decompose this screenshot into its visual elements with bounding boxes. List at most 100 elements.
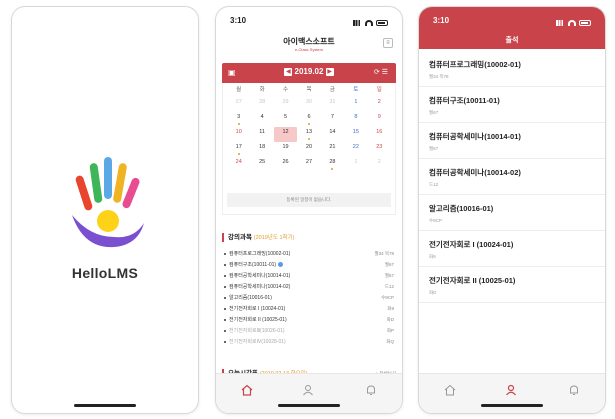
calendar: 월화수목금토일 27 28 29 30 31 1 2 3 4 5 6 7 8 9 10 11 12 13 14 15 1… <box>222 83 396 215</box>
weekday-label: 수 <box>283 87 289 93</box>
course-name: 전기전자회로 I (10024-01) <box>429 240 514 249</box>
tab-notifications[interactable] <box>364 383 378 395</box>
tab-profile[interactable] <box>302 383 316 396</box>
calendar-day-number: 20 <box>305 144 313 150</box>
calendar-day-number: 26 <box>282 159 289 165</box>
list-item[interactable]: 전기전자회로 I (10024-01) 화9 <box>419 231 605 267</box>
view-toggle-icon[interactable]: ⟳☰ <box>374 68 390 76</box>
calendar-day-number: 30 <box>305 99 313 105</box>
list-item[interactable]: 전기전자회로 II (10025-01) 화D <box>419 267 605 303</box>
course-schedule: 드12 <box>384 283 394 289</box>
calendar-day-number: 7 <box>330 114 334 120</box>
calendar-day[interactable]: 16 <box>368 127 391 142</box>
calendar-day-number: 17 <box>235 144 242 150</box>
calendar-day[interactable]: 21 <box>321 142 344 157</box>
course-row[interactable]: 전기전자회로 II (10025-01) 화D <box>224 314 394 325</box>
calendar-day-number: 28 <box>259 99 266 105</box>
course-name: 컴퓨터프로그래밍(10002-01) <box>229 251 291 257</box>
wifi-icon <box>568 19 576 26</box>
calendar-day[interactable]: 27 <box>297 157 320 172</box>
course-schedule: 월34 목78 <box>429 74 449 79</box>
battery-icon <box>376 19 388 26</box>
tab-home[interactable] <box>443 383 457 396</box>
calendar-day[interactable]: 17 <box>227 142 250 157</box>
calendar-day[interactable]: 25 <box>250 157 273 172</box>
tab-notifications[interactable] <box>567 383 581 395</box>
course-schedule: 월34 목78 <box>374 250 394 256</box>
calendar-day[interactable]: 31 <box>321 97 344 112</box>
weekday-label: 목 <box>306 87 312 93</box>
calendar-day[interactable]: 2 <box>368 97 391 112</box>
calendar-day[interactable]: 1 <box>344 97 367 112</box>
course-row[interactable]: 전기전자회로 I (10024-01) 화9 <box>224 303 394 314</box>
calendar-day[interactable]: 7 <box>321 112 344 127</box>
status-time: 3:10 <box>230 16 247 25</box>
event-dot-icon <box>237 123 240 125</box>
course-row[interactable]: 컴퓨터구조(10011-01) 월67 <box>224 259 394 270</box>
calendar-day[interactable]: 12 <box>273 127 298 142</box>
calendar-day[interactable]: 1 <box>344 157 367 172</box>
calendar-day[interactable]: 28 <box>321 157 344 172</box>
calendar-day-number: 15 <box>352 129 359 135</box>
calendar-day[interactable]: 11 <box>250 127 273 142</box>
attendance-header: 3:10 출석 <box>419 7 605 49</box>
tab-home[interactable] <box>240 383 254 396</box>
course-row[interactable]: 컴퓨터공학세미나(10014-02) 드12 <box>224 281 394 292</box>
profile-icon <box>303 385 313 396</box>
list-item[interactable]: 컴퓨터구조(10011-01) 월67 <box>419 87 605 123</box>
calendar-day[interactable]: 5 <box>274 112 297 127</box>
course-row[interactable]: 전기전자회로Ⅳ(10028-01) 화Q <box>224 336 394 347</box>
course-schedule: 화P <box>386 327 394 333</box>
bullet-icon <box>224 285 226 288</box>
calendar-day[interactable]: 26 <box>274 157 297 172</box>
bullet-icon <box>224 263 226 266</box>
bullet-icon <box>224 296 226 299</box>
list-item[interactable]: 컴퓨터공학세미나(10014-02) 드12 <box>419 159 605 195</box>
calendar-day-number: 13 <box>305 129 313 135</box>
course-schedule: 화D <box>429 290 437 295</box>
next-month-button[interactable]: ▶ <box>325 67 334 76</box>
calendar-day-number: 8 <box>354 114 358 120</box>
calendar-day[interactable]: 2 <box>368 157 391 172</box>
list-item[interactable]: 알고리즘(10016-01) 수9CP <box>419 195 605 231</box>
course-row[interactable]: 컴퓨터공학세미나(10014-01) 월67 <box>224 270 394 281</box>
calendar-day[interactable]: 6 <box>297 112 320 127</box>
tab-profile[interactable] <box>505 383 519 396</box>
list-item[interactable]: 컴퓨터프로그래밍(10002-01) 월34 목78 <box>419 51 605 87</box>
calendar-day[interactable]: 14 <box>321 127 344 142</box>
bell-icon <box>367 385 375 395</box>
calendar-day[interactable]: 28 <box>250 97 273 112</box>
calendar-day[interactable]: 29 <box>274 97 297 112</box>
calendar-day[interactable]: 23 <box>368 142 391 157</box>
calendar-day[interactable]: 24 <box>227 157 250 172</box>
page-title: 출석 <box>505 37 519 44</box>
course-row[interactable]: 컴퓨터프로그래밍(10002-01) 월34 목78 <box>224 248 394 259</box>
calendar-day[interactable]: 10 <box>227 127 250 142</box>
calendar-day[interactable]: 4 <box>250 112 273 127</box>
calendar-day-number: 25 <box>259 159 266 165</box>
calendar-day[interactable]: 18 <box>250 142 273 157</box>
calendar-day[interactable]: 13 <box>297 127 320 142</box>
course-row[interactable]: 전기전자회로Ⅲ(10026-01) 화P <box>224 325 394 336</box>
calendar-day[interactable]: 19 <box>274 142 297 157</box>
calendar-day[interactable]: 8 <box>344 112 367 127</box>
calendar-day-number: 2 <box>377 99 381 105</box>
calendar-day[interactable]: 27 <box>227 97 250 112</box>
calendar-day[interactable]: 20 <box>297 142 320 157</box>
list-item[interactable]: 컴퓨터공학세미나(10014-01) 월67 <box>419 123 605 159</box>
calendar-day[interactable]: 9 <box>368 112 391 127</box>
course-schedule: 화9 <box>387 305 394 311</box>
calendar-day[interactable]: 30 <box>297 97 320 112</box>
info-icon[interactable] <box>278 262 284 268</box>
menu-icon[interactable]: ≡ <box>383 38 393 48</box>
calendar-day-number: 18 <box>259 144 266 150</box>
course-row[interactable]: 알고리즘(10016-01) 수9CP <box>224 292 394 303</box>
calendar-day[interactable]: 3 <box>227 112 250 127</box>
calendar-day-number: 3 <box>237 114 241 120</box>
calendar-day[interactable]: 15 <box>344 127 367 142</box>
calendar-day-number: 24 <box>235 159 242 165</box>
calendar-day-number: 29 <box>282 99 289 105</box>
prev-month-button[interactable]: ◀ <box>284 67 293 76</box>
weekday-header: 월화수목금토일 <box>223 83 395 97</box>
calendar-day[interactable]: 22 <box>344 142 367 157</box>
